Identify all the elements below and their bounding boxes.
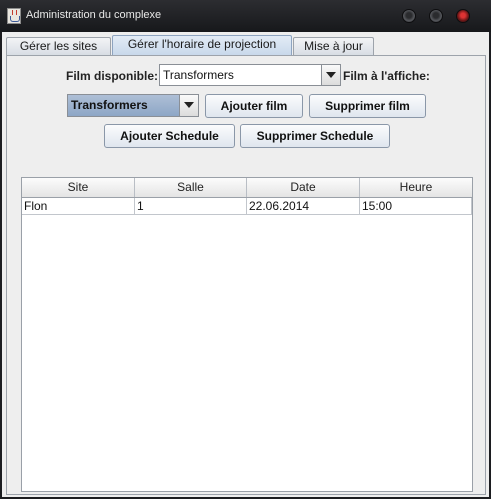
cell-site[interactable]: Flon [22, 198, 135, 215]
table-header: Site Salle Date Heure [22, 178, 472, 198]
schedule-table: Site Salle Date Heure Flon 1 22.06.2014 … [21, 177, 473, 492]
film-affiche-value: Transformers [71, 98, 148, 112]
maximize-button[interactable] [429, 9, 443, 23]
tab-mise-a-jour[interactable]: Mise à jour [293, 37, 374, 55]
window-title: Administration du complexe [26, 9, 162, 21]
window-content: Gérer les sites Gérer l'horaire de proje… [2, 32, 489, 497]
film-disponible-select[interactable]: Transformers [159, 64, 341, 86]
table-row[interactable]: Flon 1 22.06.2014 15:00 [22, 198, 472, 215]
film-affiche-select[interactable]: Transformers [67, 94, 199, 117]
column-header-date[interactable]: Date [247, 178, 360, 197]
column-header-salle[interactable]: Salle [135, 178, 247, 197]
supprimer-film-button[interactable]: Supprimer film [309, 94, 426, 118]
ajouter-schedule-button[interactable]: Ajouter Schedule [104, 124, 235, 148]
cell-salle[interactable]: 1 [135, 198, 247, 215]
tab-gerer-sites[interactable]: Gérer les sites [6, 37, 111, 55]
tab-horaire-projection[interactable]: Gérer l'horaire de projection [112, 35, 292, 56]
film-disponible-value: Transformers [163, 68, 234, 82]
film-affiche-label: Film à l'affiche: [343, 69, 430, 83]
close-button[interactable] [456, 9, 470, 23]
java-icon [7, 8, 21, 24]
schedule-panel: Film disponible: Transformers Film à l'a… [6, 55, 486, 495]
ajouter-film-button[interactable]: Ajouter film [205, 94, 303, 118]
column-header-heure[interactable]: Heure [360, 178, 472, 197]
cell-heure[interactable]: 15:00 [360, 198, 472, 215]
supprimer-schedule-button[interactable]: Supprimer Schedule [240, 124, 390, 148]
application-window: Administration du complexe Gérer les sit… [0, 0, 491, 499]
film-disponible-label: Film disponible: [66, 69, 158, 83]
chevron-down-icon[interactable] [179, 95, 198, 116]
title-bar[interactable]: Administration du complexe [0, 0, 491, 32]
minimize-button[interactable] [402, 9, 416, 23]
cell-date[interactable]: 22.06.2014 [247, 198, 360, 215]
chevron-down-icon[interactable] [321, 65, 340, 85]
column-header-site[interactable]: Site [22, 178, 135, 197]
